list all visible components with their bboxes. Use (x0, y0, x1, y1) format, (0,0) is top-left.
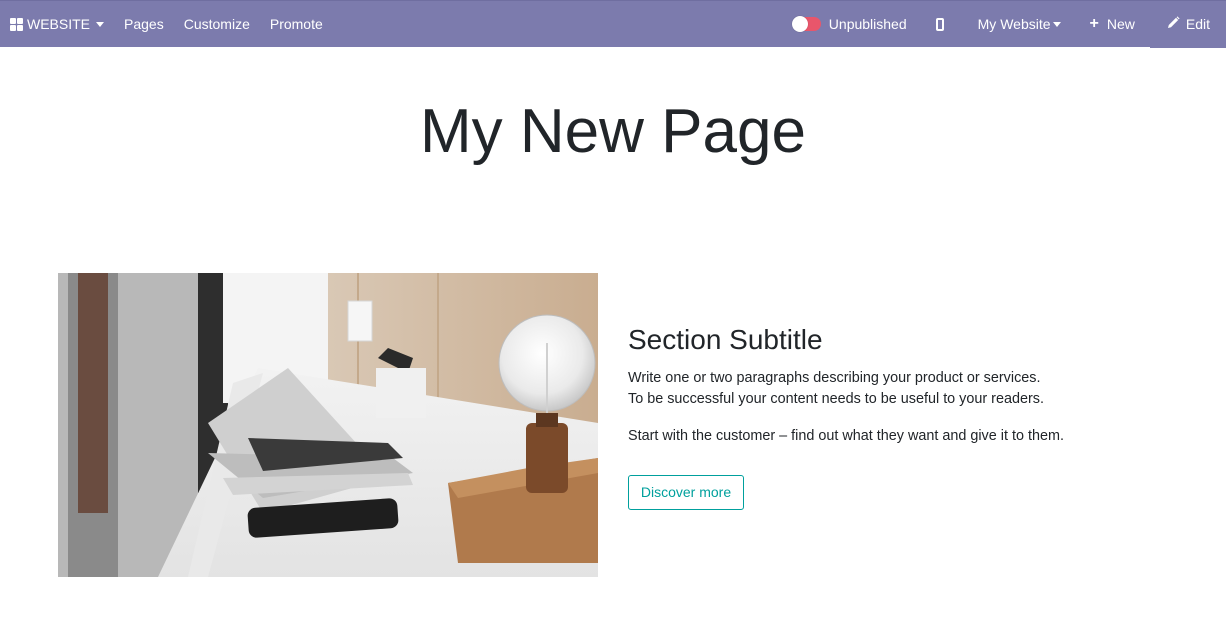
mobile-preview-button[interactable] (919, 1, 961, 47)
menu-promote[interactable]: Promote (260, 1, 333, 47)
section-text: Section Subtitle Write one or two paragr… (628, 322, 1188, 447)
website-apps-menu[interactable]: WEBSITE (0, 1, 114, 47)
website-editor-navbar: WEBSITE Pages Customize Promote Unpublis… (0, 0, 1226, 48)
mobile-phone-icon (935, 17, 944, 31)
toggle-switch-icon[interactable] (791, 16, 821, 32)
chevron-down-icon (96, 21, 105, 27)
section-paragraph-2: Start with the customer – find out what … (628, 428, 1064, 444)
edit-label: Edit (1185, 16, 1210, 32)
paragraph-line: Write one or two paragraphs describing y… (628, 370, 1041, 386)
publish-toggle[interactable]: Unpublished (783, 1, 919, 47)
new-content-button[interactable]: + New (1076, 1, 1150, 47)
website-switcher[interactable]: My Website (961, 1, 1076, 47)
publish-status-label: Unpublished (828, 16, 907, 32)
paragraph-line: To be successful your content needs to b… (628, 391, 1044, 407)
section-subtitle: Section Subtitle (628, 324, 823, 355)
plus-icon: + (1089, 15, 1099, 32)
apps-grid-icon (10, 17, 23, 31)
new-label: New (1106, 16, 1135, 32)
menu-customize[interactable]: Customize (174, 1, 260, 47)
section-image (58, 273, 598, 577)
website-switcher-label: My Website (977, 16, 1051, 32)
page-title: My New Page (420, 97, 806, 166)
discover-more-button[interactable]: Discover more (628, 475, 744, 510)
pencil-icon (1167, 16, 1180, 32)
section-paragraph-1: Write one or two paragraphs describing y… (628, 368, 1188, 410)
edit-button[interactable]: Edit (1149, 0, 1226, 48)
menu-pages[interactable]: Pages (114, 1, 174, 47)
brand-label: WEBSITE (27, 16, 91, 32)
chevron-down-icon (1052, 21, 1061, 27)
